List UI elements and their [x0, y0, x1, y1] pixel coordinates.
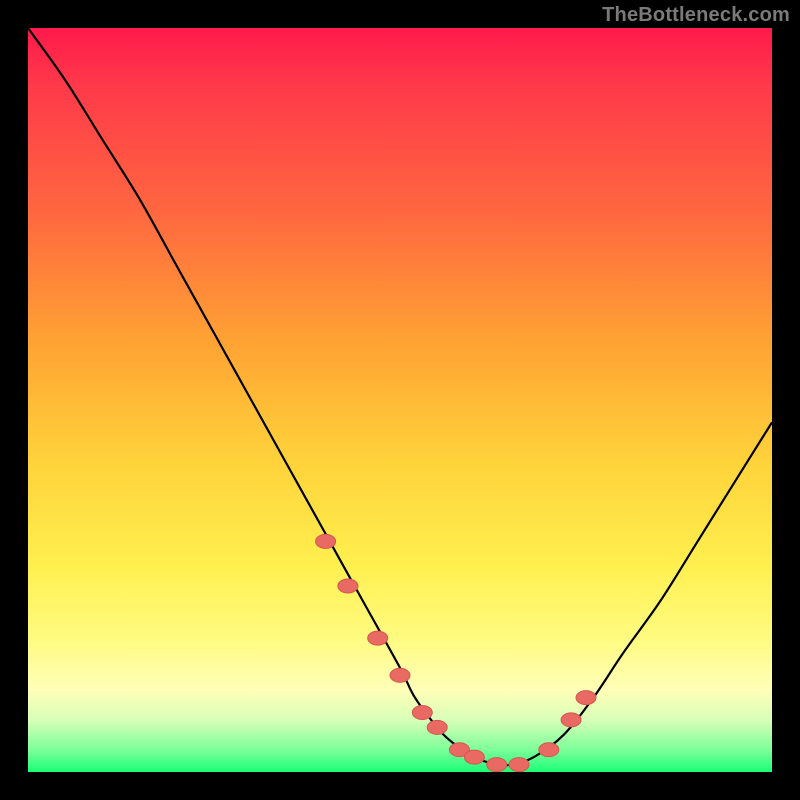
highlight-marker — [368, 631, 388, 645]
highlight-marker — [316, 534, 336, 548]
highlight-marker — [487, 758, 507, 772]
bottleneck-curve-path — [28, 28, 772, 766]
chart-frame: TheBottleneck.com — [0, 0, 800, 800]
highlight-markers — [316, 534, 596, 771]
bottleneck-curve-svg — [28, 28, 772, 772]
highlight-marker — [464, 750, 484, 764]
highlight-marker — [412, 706, 432, 720]
highlight-marker — [427, 720, 447, 734]
highlight-marker — [561, 713, 581, 727]
highlight-marker — [390, 668, 410, 682]
watermark-text: TheBottleneck.com — [602, 4, 790, 27]
highlight-marker — [509, 758, 529, 772]
highlight-marker — [539, 743, 559, 757]
highlight-marker — [576, 691, 596, 705]
highlight-marker — [338, 579, 358, 593]
plot-area — [28, 28, 772, 772]
